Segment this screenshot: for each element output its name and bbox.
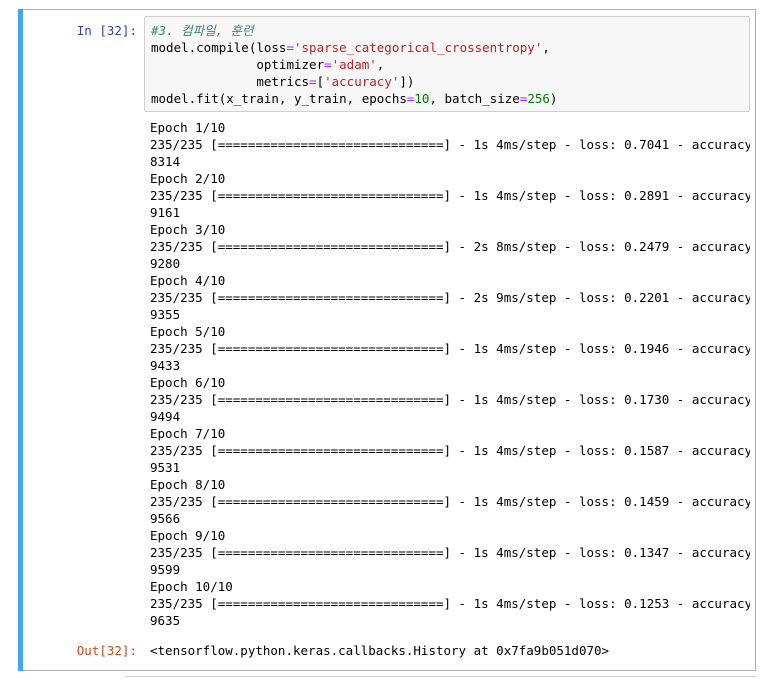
code-comment: #3. 컴파일, 훈련 — [151, 23, 254, 38]
output-prompt: Out[32]: — [76, 643, 137, 658]
output-line: Epoch 9/10 — [150, 528, 226, 543]
code-text: #3. 컴파일, 훈련 model.compile(loss='sparse_c… — [151, 22, 557, 107]
output-line: 235/235 [==============================]… — [150, 596, 750, 611]
output-line: 9635 — [150, 613, 181, 628]
output-line: Epoch 7/10 — [150, 426, 226, 441]
output-line: 9161 — [150, 205, 181, 220]
output-line: 235/235 [==============================]… — [150, 239, 750, 254]
code-cell[interactable]: In [32]: #3. 컴파일, 훈련 model.compile(loss=… — [18, 9, 756, 671]
execute-result: <tensorflow.python.keras.callbacks.Histo… — [150, 643, 610, 658]
code-token: model.compile(loss — [151, 40, 287, 55]
code-token: , — [542, 40, 550, 55]
code-token: ) — [549, 91, 558, 106]
code-string: 'accuracy' — [324, 74, 400, 89]
output-line: 235/235 [==============================]… — [150, 494, 750, 509]
code-number: 256 — [527, 91, 550, 106]
output-line: 235/235 [==============================]… — [150, 443, 750, 458]
output-line: 9280 — [150, 256, 181, 271]
output-line: Epoch 4/10 — [150, 273, 226, 288]
output-line: Epoch 5/10 — [150, 324, 226, 339]
code-token: ]) — [399, 74, 415, 89]
output-line: Epoch 1/10 — [150, 120, 226, 135]
output-line: Epoch 8/10 — [150, 477, 226, 492]
output-line: 235/235 [==============================]… — [150, 137, 750, 152]
output-line: 9566 — [150, 511, 181, 526]
code-string: 'adam' — [331, 57, 377, 72]
output-line: Epoch 3/10 — [150, 222, 226, 237]
code-token: model.fit(x_train, y_train, epochs — [151, 91, 407, 106]
code-operator: = — [309, 74, 317, 89]
stream-output-text: Epoch 1/10 235/235 [====================… — [150, 119, 750, 629]
output-line: Epoch 6/10 — [150, 375, 226, 390]
code-token: [ — [316, 74, 325, 89]
notebook-page: In [32]: #3. 컴파일, 훈련 model.compile(loss=… — [0, 0, 773, 679]
code-operator: = — [324, 57, 332, 72]
output-line: 235/235 [==============================]… — [150, 188, 750, 203]
cell-selection-indicator — [18, 9, 23, 671]
next-cell-edge — [125, 676, 756, 677]
output-line: 9355 — [150, 307, 181, 322]
code-token: , — [376, 57, 385, 72]
output-line: 235/235 [==============================]… — [150, 290, 750, 305]
output-line: Epoch 2/10 — [150, 171, 226, 186]
output-line: 235/235 [==============================]… — [150, 341, 750, 356]
code-editor[interactable]: #3. 컴파일, 훈련 model.compile(loss='sparse_c… — [144, 16, 750, 112]
code-token: , batch_size — [429, 91, 520, 106]
output-line: 9494 — [150, 409, 181, 424]
output-line: 8314 — [150, 154, 181, 169]
output-line: 9433 — [150, 358, 181, 373]
code-token: metrics — [151, 74, 310, 89]
output-line: Epoch 10/10 — [150, 579, 233, 594]
input-prompt: In [32]: — [76, 23, 137, 38]
output-line: 235/235 [==============================]… — [150, 545, 750, 560]
output-line: 235/235 [==============================]… — [150, 392, 750, 407]
code-token: optimizer — [151, 57, 325, 72]
stream-output[interactable]: Epoch 1/10 235/235 [====================… — [150, 119, 750, 629]
code-operator: = — [286, 40, 294, 55]
output-line: 9531 — [150, 460, 181, 475]
code-string: 'sparse_categorical_crossentropy' — [294, 40, 543, 55]
output-line: 9599 — [150, 562, 181, 577]
code-number: 10 — [414, 91, 430, 106]
